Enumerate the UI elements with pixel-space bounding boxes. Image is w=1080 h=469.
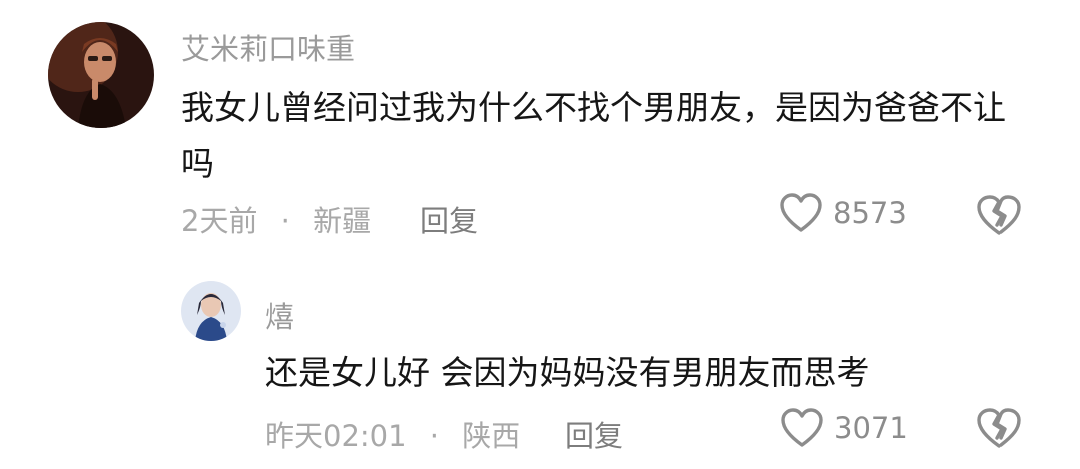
- like-button[interactable]: 3071: [780, 407, 908, 449]
- broken-heart-icon: [976, 194, 1022, 236]
- username[interactable]: 熺: [265, 294, 294, 336]
- like-button[interactable]: 8573: [779, 192, 907, 234]
- reply-button[interactable]: 回复: [420, 198, 478, 240]
- comment-meta: 昨天02:01 · 陕西: [265, 413, 520, 455]
- comment-text: 还是女儿好 会因为妈妈没有男朋友而思考: [265, 353, 870, 392]
- dislike-button[interactable]: [976, 407, 1022, 449]
- like-count: 8573: [833, 196, 907, 230]
- heart-outline-icon: [779, 192, 823, 234]
- meta-separator: ·: [429, 419, 440, 453]
- avatar[interactable]: [48, 22, 154, 128]
- comment-time: 2天前: [181, 204, 258, 238]
- like-count: 3071: [834, 411, 908, 445]
- heart-outline-icon: [780, 407, 824, 449]
- avatar[interactable]: [181, 281, 241, 341]
- username[interactable]: 艾米莉口味重: [181, 26, 355, 68]
- reply-button[interactable]: 回复: [565, 413, 623, 455]
- comment-location: 陕西: [462, 419, 521, 453]
- comment-text: 我女儿曾经问过我为什么不找个男朋友，是因为爸爸不让吗: [181, 88, 1006, 183]
- meta-separator: ·: [280, 204, 290, 238]
- comment-meta: 2天前 · 新疆: [181, 198, 371, 240]
- broken-heart-icon: [976, 407, 1022, 449]
- comment-location: 新疆: [313, 204, 372, 238]
- dislike-button[interactable]: [976, 194, 1022, 236]
- comment-time: 昨天02:01: [265, 419, 407, 453]
